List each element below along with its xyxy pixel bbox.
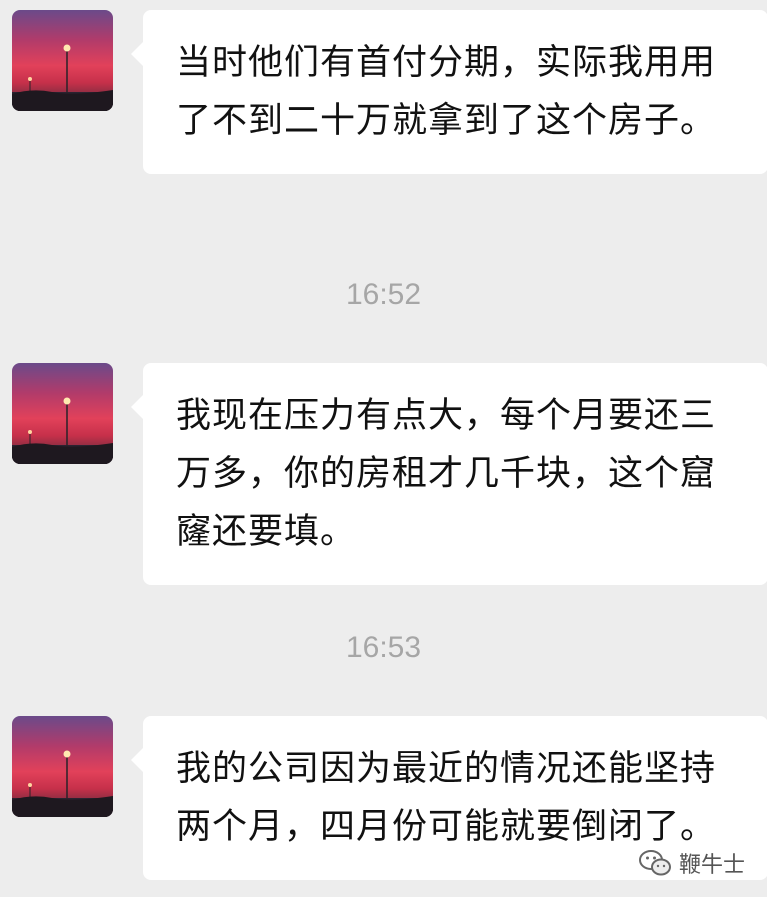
avatar-sunset-image	[12, 44, 113, 111]
wechat-icon	[638, 850, 671, 876]
watermark: 鞭牛士	[638, 843, 745, 883]
timestamp: 16:53	[345, 631, 422, 664]
message-bubble[interactable]: 当时他们有首付分期，实际我用用了不到二十万就拿到了这个房子。	[131, 10, 767, 174]
avatar-sunset-image	[12, 750, 113, 817]
contact-avatar[interactable]	[12, 363, 113, 464]
watermark-label: 鞭牛士	[678, 853, 745, 878]
contact-avatar[interactable]	[12, 10, 113, 111]
contact-avatar[interactable]	[12, 716, 113, 817]
message-bubble[interactable]: 我现在压力有点大，每个月要还三万多，你的房租才几千块，这个窟窿还要填。	[131, 363, 767, 585]
timestamp: 16:52	[345, 278, 422, 311]
avatar-sunset-image	[12, 397, 113, 464]
